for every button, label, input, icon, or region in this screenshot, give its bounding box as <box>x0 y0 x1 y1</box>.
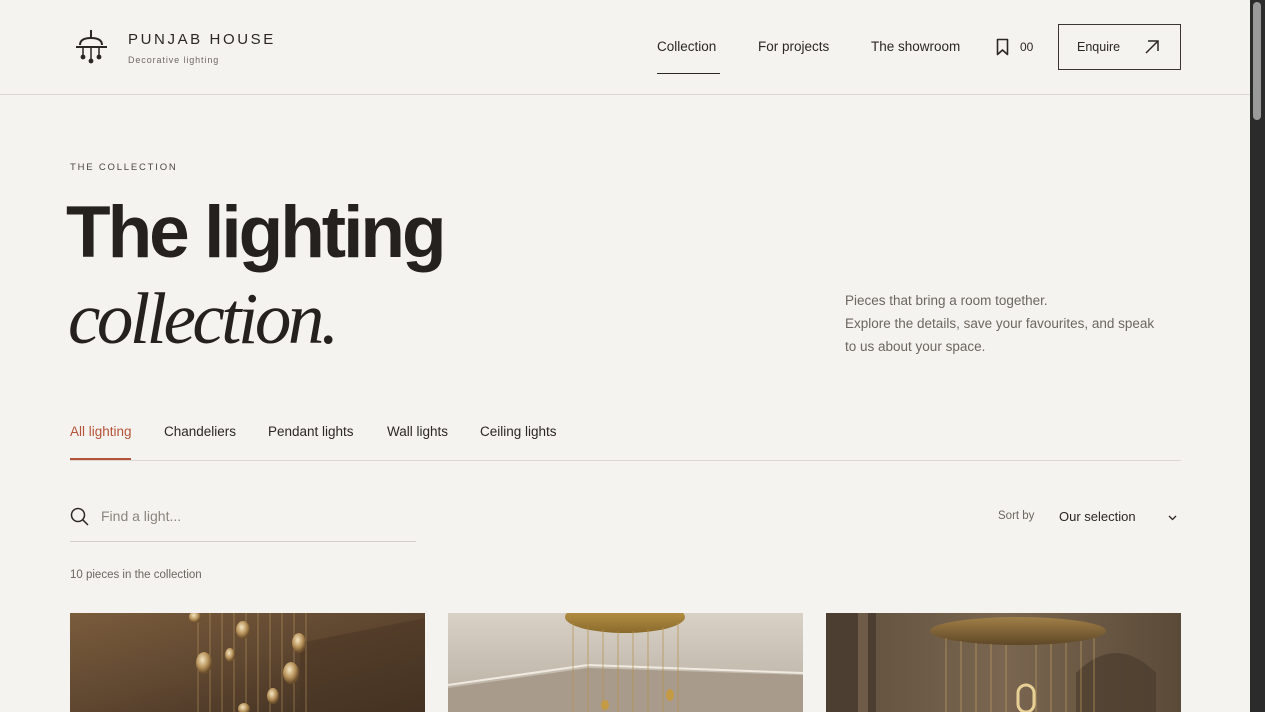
nav-collection[interactable]: Collection <box>657 39 716 54</box>
bookmark-icon[interactable] <box>996 38 1009 56</box>
section-eyebrow: THE COLLECTION <box>70 162 178 173</box>
intro-line: to us about your space. <box>845 339 986 354</box>
sort-label: Sort by <box>998 510 1035 522</box>
tab-chandeliers[interactable]: Chandeliers <box>164 424 236 439</box>
search-underline <box>70 541 416 542</box>
intro-line: Pieces that bring a room together. <box>845 293 1048 308</box>
tab-ceiling-lights[interactable]: Ceiling lights <box>480 424 557 439</box>
search-input[interactable] <box>101 505 401 527</box>
scrollbar-thumb[interactable] <box>1253 2 1261 120</box>
intro-line: Explore the details, save your favourite… <box>845 316 1155 331</box>
product-image <box>70 613 425 712</box>
chandelier-logo-icon[interactable] <box>74 28 110 66</box>
chevron-down-icon <box>1168 515 1177 521</box>
nav-for-projects[interactable]: For projects <box>758 39 829 54</box>
enquire-button[interactable]: Enquire <box>1058 24 1181 70</box>
tab-wall-lights[interactable]: Wall lights <box>387 424 448 439</box>
brand-tagline: Decorative lighting <box>128 55 220 65</box>
product-card[interactable] <box>70 613 425 712</box>
search-icon <box>70 507 89 526</box>
brand-name[interactable]: PUNJAB HOUSE <box>128 31 276 48</box>
results-count: 10 pieces in the collection <box>70 569 202 581</box>
intro-text: Pieces that bring a room together. Explo… <box>845 289 1185 358</box>
product-image <box>448 613 803 712</box>
nav-showroom[interactable]: The showroom <box>871 39 960 54</box>
tab-pendant-lights[interactable]: Pendant lights <box>268 424 354 439</box>
tab-all-lighting[interactable]: All lighting <box>70 424 132 439</box>
tab-active-indicator <box>70 458 131 460</box>
nav-active-indicator <box>657 73 720 74</box>
sort-selected-value: Our selection <box>1059 509 1136 524</box>
sort-select[interactable]: Our selection <box>1059 507 1181 527</box>
arrow-up-right-icon <box>1145 40 1159 54</box>
site-header: PUNJAB HOUSE Decorative lighting Collect… <box>0 0 1250 95</box>
page-title-line1: The lighting <box>66 192 447 273</box>
product-card[interactable] <box>826 613 1181 712</box>
saved-count[interactable]: 00 <box>1020 40 1033 54</box>
product-card[interactable] <box>448 613 803 712</box>
product-image <box>826 613 1181 712</box>
tabs-divider <box>70 460 1181 461</box>
enquire-label: Enquire <box>1077 40 1121 54</box>
page-title-line2: collection. <box>68 278 339 359</box>
